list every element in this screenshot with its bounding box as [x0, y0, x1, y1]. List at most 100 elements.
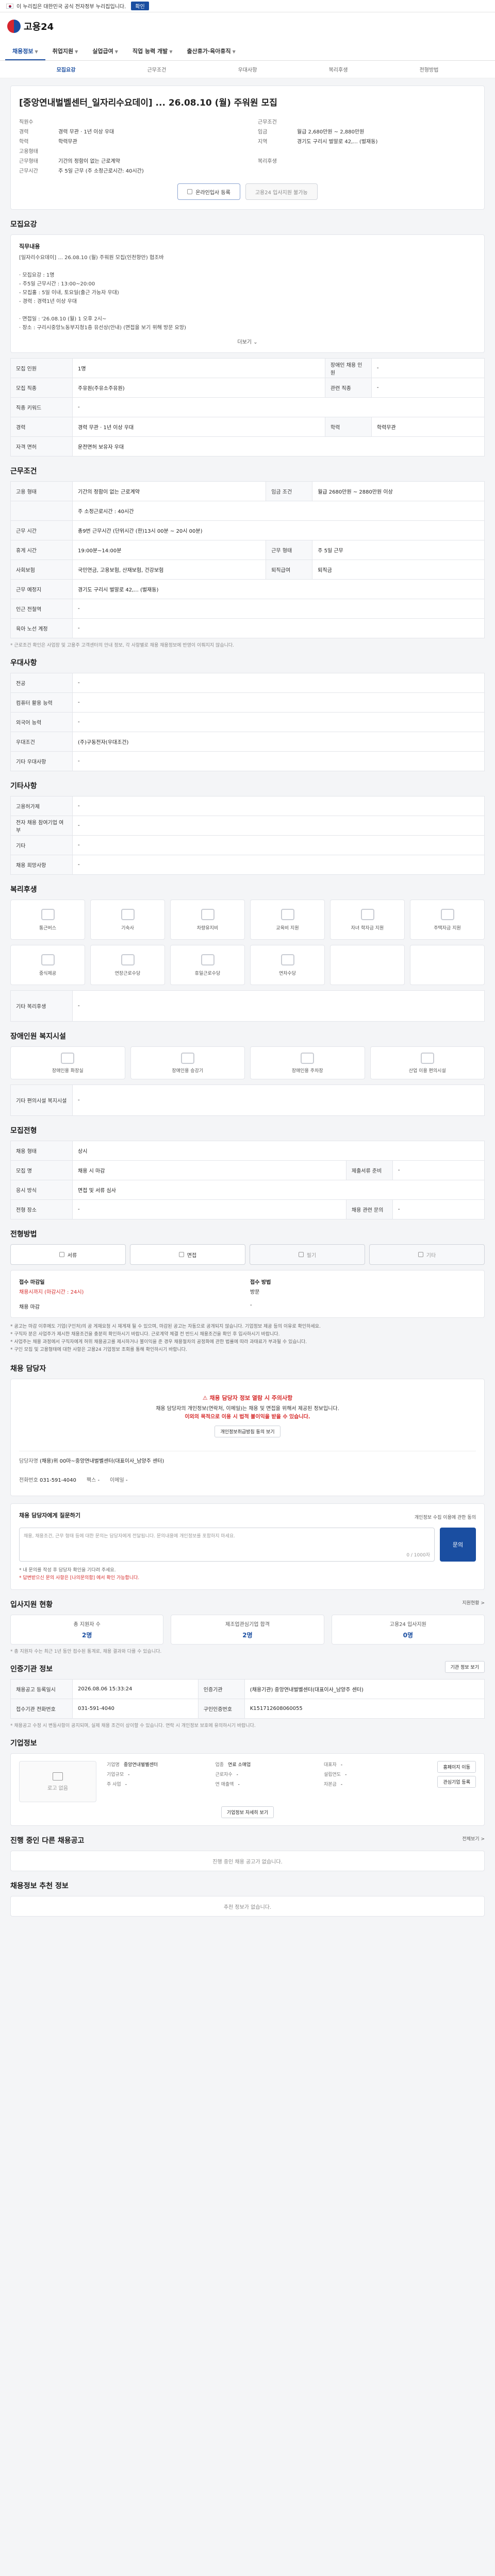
agency-info-button[interactable]: 기관 정보 보기 [444, 1660, 485, 1673]
welfare-icon [41, 908, 55, 920]
anchor-tab[interactable]: 복리후생 [293, 65, 384, 73]
more-button[interactable]: 더보기 ⌄ [19, 337, 476, 345]
row-label: 학력 [324, 417, 372, 437]
favorite-company-button[interactable]: 관심기업 등록 [437, 1776, 476, 1788]
row-value: 상시 [72, 1141, 485, 1161]
welfare-icon [121, 908, 135, 920]
row-value: - [371, 378, 485, 398]
summary-field: 경력 경력 무관 · 1년 이상 우대 [19, 129, 114, 135]
gov-notice-text: 이 누리집은 대한민국 공식 전자정부 누리집입니다. [16, 4, 126, 10]
preferred-section-title: 우대사항 [10, 659, 37, 667]
anchor-tab[interactable]: 전형방법 [384, 65, 474, 73]
table-row: 우대조건 (주)구동전자(우대조건) [10, 732, 485, 752]
welfare-item [330, 945, 405, 985]
facility-item: 산업 이용 편의시설 [370, 1046, 485, 1079]
contact-fax: - [97, 1478, 100, 1483]
homepage-button[interactable]: 홈페이지 이동 [437, 1761, 476, 1773]
summary-field: 근무조건 [258, 120, 277, 125]
row-value: - [72, 618, 485, 638]
row-label: 채용 희망사항 [10, 855, 73, 875]
row-label: 퇴직급여 [266, 560, 313, 580]
table-row: 고용허가제 - [10, 796, 485, 816]
welfare-item: 연장근로수당 [90, 945, 165, 985]
gnb-item[interactable]: 취업지원 ▼ [45, 47, 86, 60]
contact-box: ⚠ 채용 담당자 정보 열람 시 주의사항 채용 담당자의 개인정보(연락처, … [10, 1379, 485, 1496]
welfare-icon [280, 954, 294, 965]
row-value: 면접 및 서류 심사 [72, 1180, 485, 1200]
summary-field [258, 147, 476, 155]
welfare-icon [201, 954, 214, 965]
apply-unavailable-button[interactable]: 고용24 입사지원 불가능 [245, 183, 318, 200]
gnb-item[interactable]: 출산휴가·육아휴직 ▼ [179, 47, 242, 60]
inquiry-box: 채용 담당자에게 질문하기 개인정보 수집 이용에 관한 동의 채용, 채용조건… [10, 1503, 485, 1590]
company-section-title: 기업정보 [10, 1739, 37, 1748]
gnb-item[interactable]: 채용정보 ▼ [5, 47, 45, 60]
anchor-tab[interactable]: 우대사항 [202, 65, 293, 73]
row-value: - [72, 673, 485, 693]
table-row: 모집 명 채용 시 마감 제출서류 준비 - [10, 1160, 485, 1180]
row-label: 인증기관 [197, 1679, 245, 1699]
gov-notice-confirm-button[interactable]: 확인 [131, 2, 149, 10]
method-tab: 면접 [130, 1244, 245, 1265]
welfare-section-title: 복리후생 [10, 886, 37, 894]
summary-field: 근무형태 기간의 정함이 없는 근로계약 [19, 159, 120, 164]
others-empty: 진행 중인 채용 공고가 없습니다. [10, 1851, 485, 1871]
row-value: 주유원(주유소주유원) [72, 378, 325, 398]
summary-field: 지역 경기도 구리시 벌말로 42,... (벌재동) [258, 139, 378, 145]
welfare-item [410, 945, 485, 985]
process-note: * 구직자 분은 사업주가 제시한 채용조건을 충분히 확인하시기 바랍니다. … [10, 1332, 280, 1337]
row-value: - [72, 1199, 346, 1219]
row-label: 외국어 능력 [10, 712, 73, 732]
privacy-view-button[interactable]: 개인정보취급방침 동의 보기 [214, 1426, 280, 1437]
row-label [10, 501, 73, 521]
table-row: 모집 직종 주유원(주유소주유원) 관련 직종 - [10, 378, 485, 398]
row-label: 고용허가제 [10, 796, 73, 816]
inquiry-send-button[interactable]: 문의 [440, 1528, 476, 1562]
company-field: 기업명 중앙연내벌벨센터 [107, 1762, 158, 1768]
welfare-item: 기숙사 [90, 900, 165, 940]
welfare-item: 연차수당 [250, 945, 325, 985]
disability-grid: 장애인용 화장실 장애인용 승강기 장애인용 주차장 산업 이용 편의시설 [10, 1046, 485, 1079]
job-summary-card: [중앙연내벌벨센터_일자리수요데이] ... 26.08.10 (월) 주워원 … [10, 86, 485, 210]
company-field: 근로자수 - [215, 1772, 238, 1777]
company-detail-button[interactable]: 기업정보 자세히 보기 [221, 1806, 274, 1818]
site-header: 고용24 [0, 12, 495, 40]
chevron-down-icon: ▼ [75, 49, 78, 54]
conditions-note: * 근로조건 확인은 사업장 및 고용주 고객센터의 안내 정보, 각 사항별로… [10, 643, 235, 648]
company-info-grid: 기업명 중앙연내벌벨센터 업종 연료 소매업 대표자 - 기업규모 - 근로자수 - 설립연도 - 주 … [107, 1761, 427, 1787]
status-link[interactable]: 지원현황 > [462, 1599, 485, 1606]
inquiry-textarea[interactable]: 채용, 채용조건, 근무 형태 등에 대한 문의는 담당자에게 전달됩니다. 문… [19, 1528, 435, 1562]
method-tab: 기타 [369, 1244, 485, 1265]
row-value: - [72, 712, 485, 732]
anchor-tab[interactable]: 모집요강 [21, 65, 111, 73]
method-section-title: 전형방법 [10, 1230, 37, 1239]
others-view-all-link[interactable]: 전체보기 > [462, 1835, 485, 1842]
anchor-tab[interactable]: 근무조건 [111, 65, 202, 73]
korea-flag-icon [6, 3, 13, 9]
inquiry-privacy-link[interactable]: 개인정보 수집 이용에 관한 동의 [415, 1514, 476, 1520]
table-row: 전공 - [10, 673, 485, 693]
row-label: 채용 형태 [10, 1141, 73, 1161]
site-logo[interactable]: 고용24 [7, 20, 54, 33]
row-value: K151712608060055 [244, 1699, 485, 1719]
method-icon [178, 1252, 184, 1257]
gnb-item[interactable]: 실업급여 ▼ [85, 47, 125, 60]
document-icon [187, 189, 193, 194]
contact-section-title: 채용 담당자 [10, 1365, 46, 1373]
row-label: 채용 관련 문의 [345, 1199, 393, 1219]
gnb-item[interactable]: 직업 능력 개발 ▼ [125, 47, 180, 60]
row-value: 학력무관 [371, 417, 485, 437]
welfare-etc-value: - [72, 990, 485, 1022]
row-value: - [72, 835, 485, 855]
row-value: - [72, 692, 485, 713]
row-label: 자격 면허 [10, 436, 73, 456]
apply-field: 채용 마감 [19, 1304, 40, 1310]
other-table: 고용허가제 - 전자 채용 참여기업 여부 - 기타 - 채용 희망사항 - [10, 796, 485, 875]
disability-section-title: 장애인원 복지시설 [10, 1032, 66, 1041]
row-label: 임금 조건 [266, 481, 313, 501]
online-apply-button[interactable]: 온라인입사 등록 [177, 183, 240, 200]
table-row: 채용 형태 상시 [10, 1141, 485, 1161]
chevron-down-icon: ▼ [169, 49, 173, 54]
row-label: 근무 형태 [266, 540, 313, 560]
facility-icon [180, 1052, 194, 1064]
